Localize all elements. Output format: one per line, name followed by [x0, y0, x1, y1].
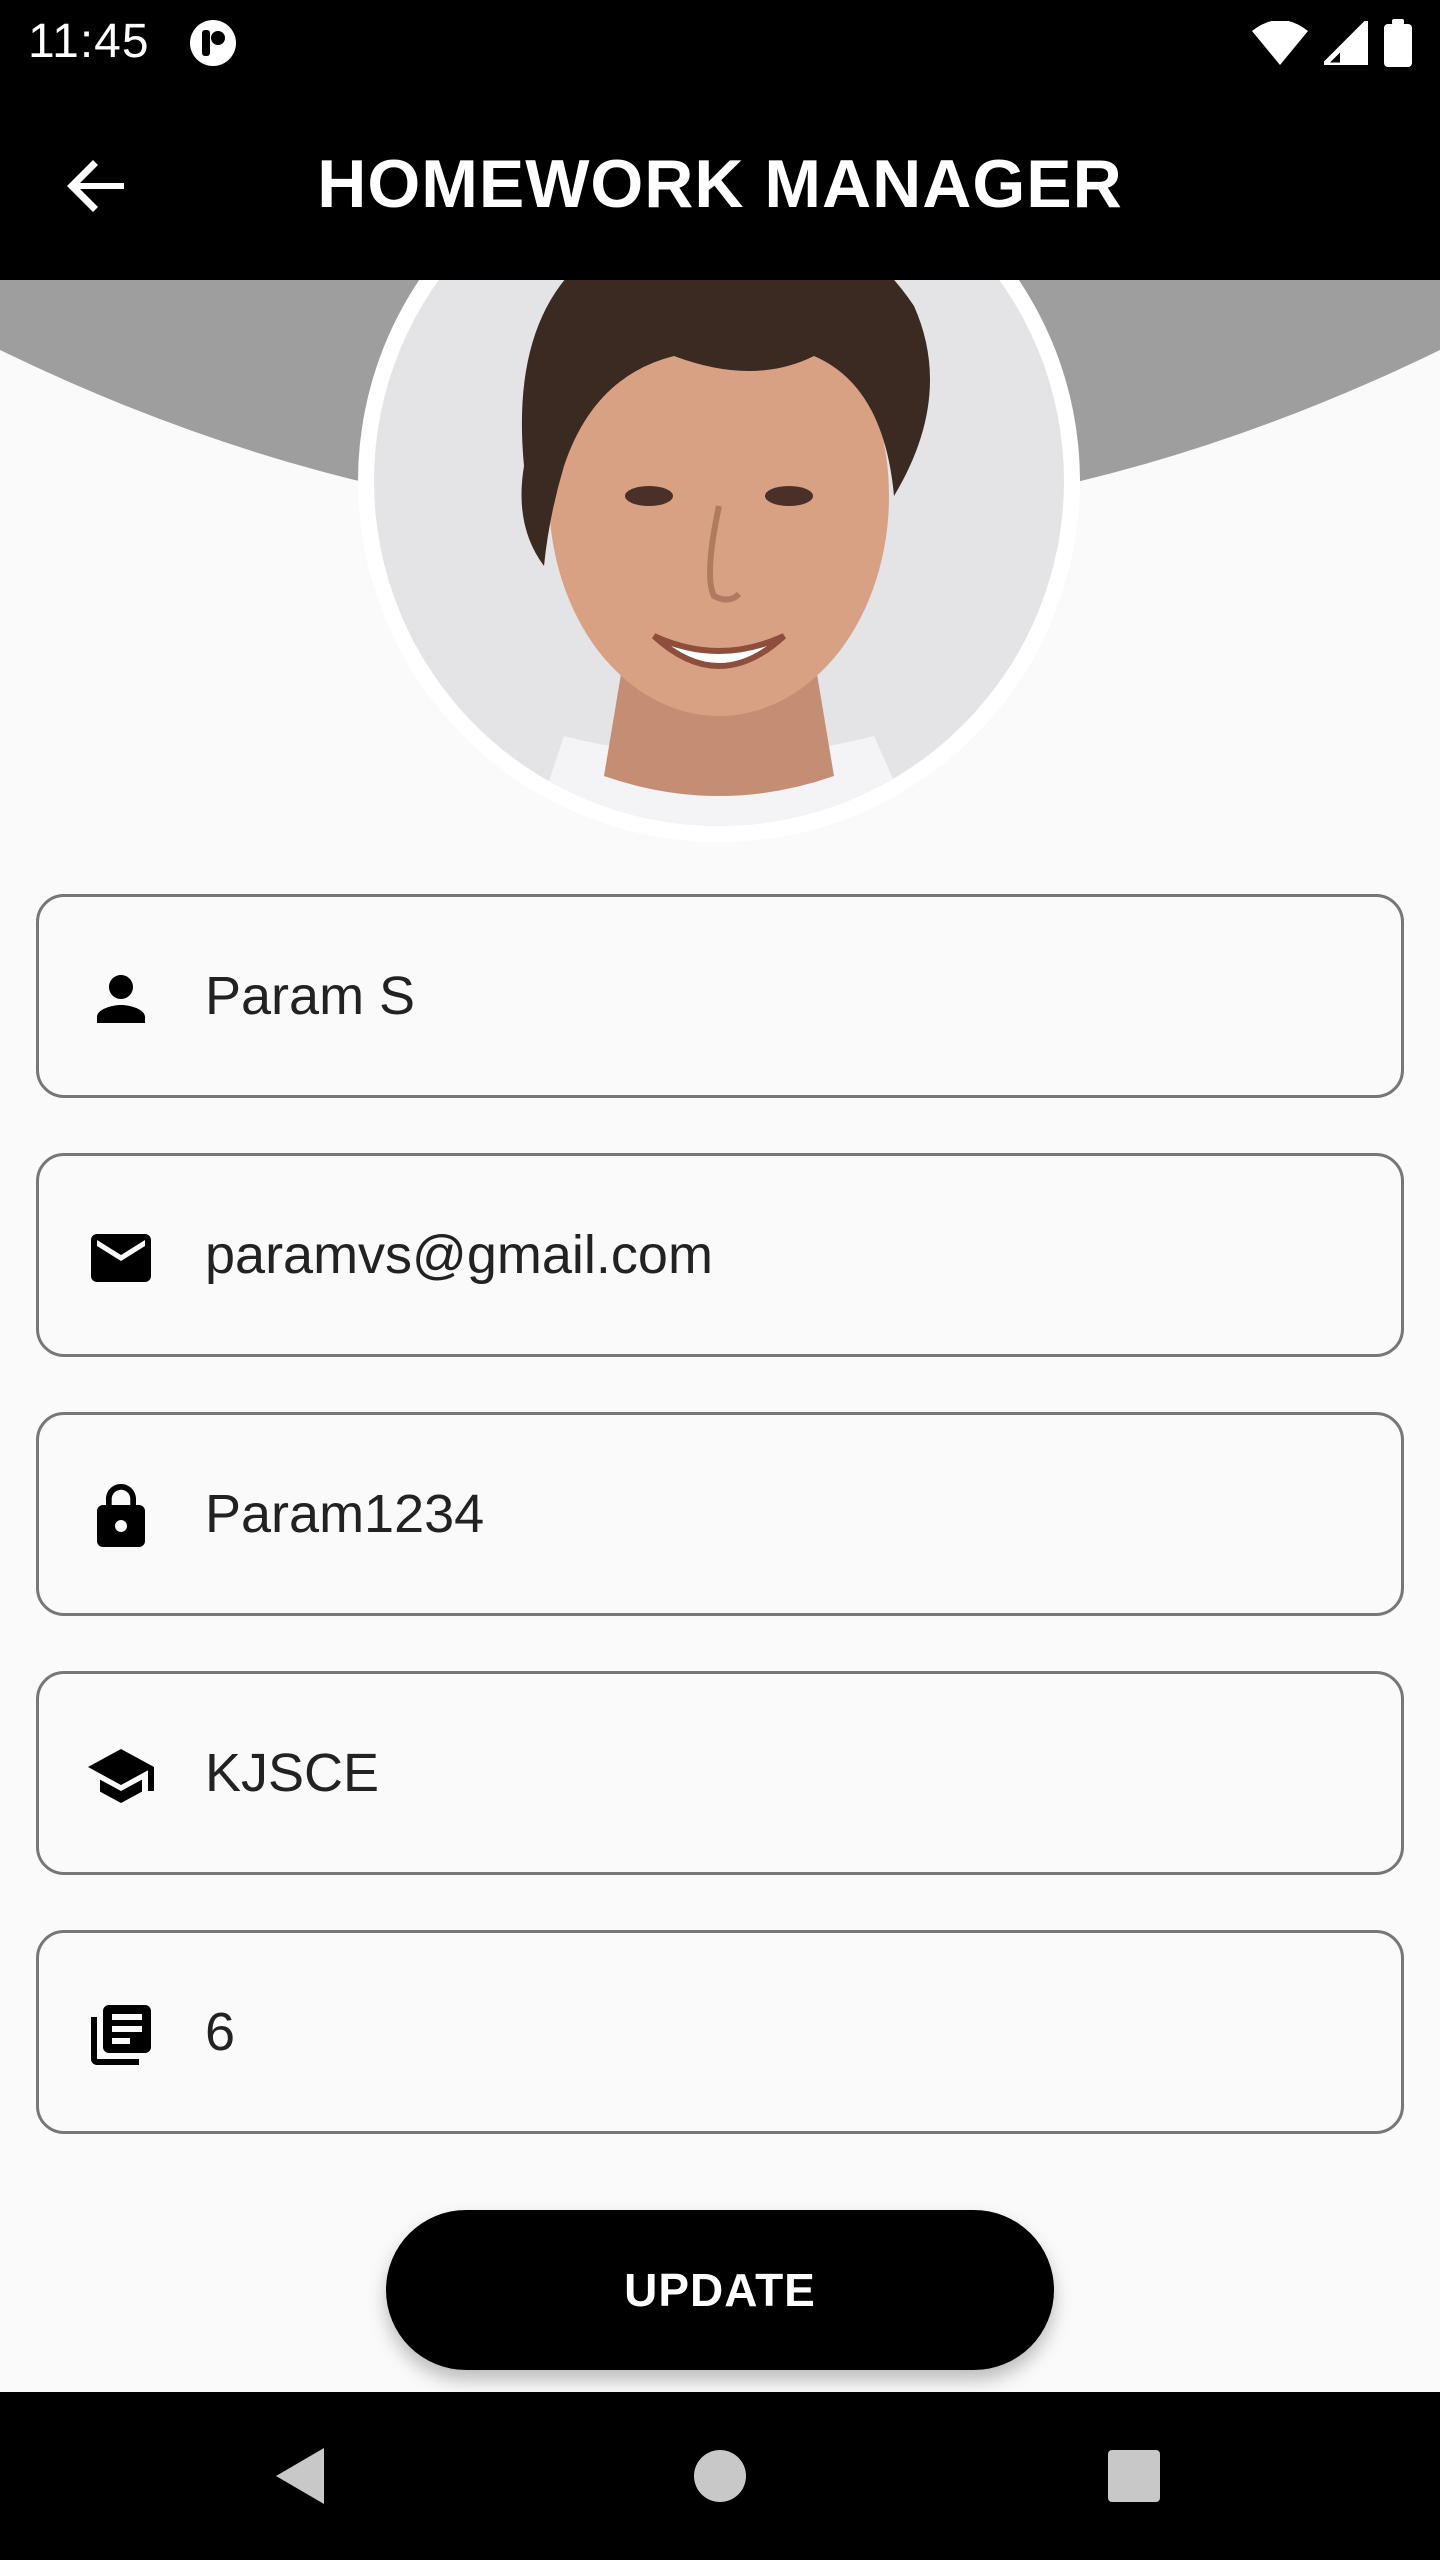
battery-icon — [1384, 19, 1412, 67]
email-value[interactable]: paramvs@gmail.com — [205, 1156, 713, 1354]
page-title: HOMEWORK MANAGER — [317, 146, 1123, 222]
semester-field[interactable]: 6 — [36, 1930, 1404, 2134]
recents-nav-icon[interactable] — [1094, 2436, 1174, 2516]
school-icon — [85, 1740, 157, 1812]
home-nav-icon[interactable] — [680, 2436, 760, 2516]
status-time: 11:45 — [28, 15, 150, 68]
password-field[interactable]: Param1234 — [36, 1412, 1404, 1616]
navigation-bar — [0, 2392, 1440, 2560]
semester-value[interactable]: 6 — [205, 1933, 235, 2131]
app-notification-icon — [190, 20, 236, 66]
signal-icon — [1324, 21, 1368, 65]
lock-icon — [85, 1481, 157, 1553]
name-value[interactable]: Param S — [205, 897, 415, 1095]
library-books-icon — [85, 1999, 157, 2071]
email-field[interactable]: paramvs@gmail.com — [36, 1153, 1404, 1357]
wifi-icon — [1252, 21, 1308, 65]
update-button[interactable]: UPDATE — [386, 2210, 1054, 2370]
email-icon — [85, 1222, 157, 1294]
status-bar: 11:45 — [0, 0, 1440, 84]
back-nav-icon[interactable] — [260, 2436, 340, 2516]
name-field[interactable]: Param S — [36, 894, 1404, 1098]
app-bar: HOMEWORK MANAGER — [0, 84, 1440, 280]
password-value[interactable]: Param1234 — [205, 1415, 484, 1613]
college-value[interactable]: KJSCE — [205, 1674, 379, 1872]
person-icon — [85, 963, 157, 1035]
college-field[interactable]: KJSCE — [36, 1671, 1404, 1875]
